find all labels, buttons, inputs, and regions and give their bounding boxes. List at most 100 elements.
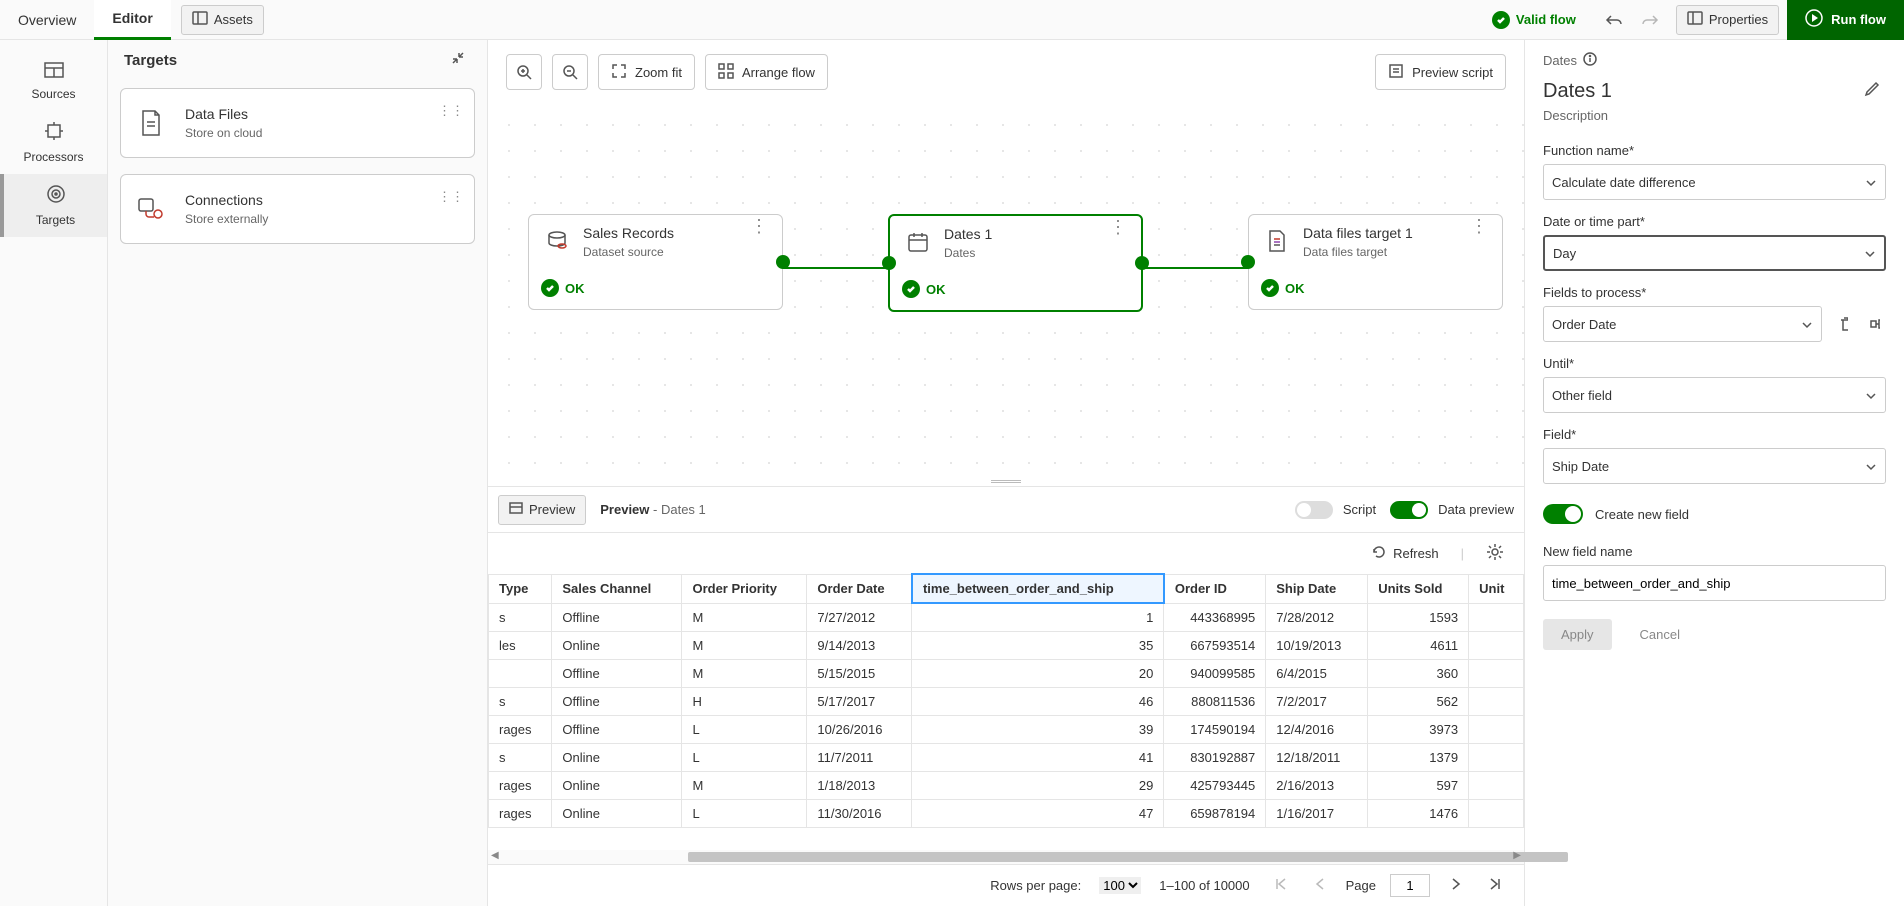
- until-select[interactable]: Other field: [1543, 377, 1886, 413]
- rows-per-page-select[interactable]: 100: [1099, 877, 1141, 894]
- table-cell: 35: [912, 632, 1164, 660]
- table-cell: 1/18/2013: [807, 772, 912, 800]
- flow-wire: [1143, 267, 1248, 269]
- table-header[interactable]: Units Sold: [1368, 574, 1469, 603]
- table-header[interactable]: Type: [489, 574, 552, 603]
- page-input[interactable]: [1390, 874, 1430, 897]
- table-cell: L: [682, 744, 807, 772]
- table-header[interactable]: Sales Channel: [552, 574, 682, 603]
- table-row[interactable]: sOfflineM7/27/201214433689957/28/2012159…: [489, 603, 1524, 632]
- data-preview-toggle[interactable]: [1390, 501, 1428, 519]
- table-header[interactable]: time_between_order_and_ship: [912, 574, 1164, 603]
- rail-sources[interactable]: Sources: [0, 52, 107, 111]
- fields-to-process-select[interactable]: Order Date: [1543, 306, 1822, 342]
- table-row[interactable]: sOfflineH5/17/2017468808115367/2/2017562: [489, 688, 1524, 716]
- script-toggle[interactable]: [1295, 501, 1333, 519]
- new-field-name-input[interactable]: [1543, 565, 1886, 601]
- redo-icon: [1641, 12, 1659, 28]
- table-cell: [489, 660, 552, 688]
- table-header[interactable]: Order Date: [807, 574, 912, 603]
- redo-button[interactable]: [1632, 2, 1668, 38]
- chip-icon: [44, 121, 64, 144]
- table-cell: 880811536: [1164, 688, 1266, 716]
- tab-editor[interactable]: Editor: [94, 0, 170, 40]
- table-header[interactable]: Ship Date: [1266, 574, 1368, 603]
- table-cell: [1469, 603, 1524, 632]
- table-cell: rages: [489, 800, 552, 828]
- delete-field-button[interactable]: [1832, 313, 1854, 335]
- first-page-button[interactable]: [1268, 876, 1294, 895]
- table-cell: 667593514: [1164, 632, 1266, 660]
- zoom-fit-button[interactable]: Zoom fit: [598, 54, 695, 90]
- preview-script-button[interactable]: Preview script: [1375, 54, 1506, 90]
- pager: Rows per page: 100 1–100 of 10000 Page: [488, 864, 1524, 906]
- node-menu-button[interactable]: ⋮: [1464, 223, 1494, 229]
- settings-button[interactable]: [1480, 542, 1510, 565]
- info-icon[interactable]: [1583, 52, 1597, 69]
- table-row[interactable]: ragesOfflineL10/26/20163917459019412/4/2…: [489, 716, 1524, 744]
- preview-table[interactable]: TypeSales ChannelOrder PriorityOrder Dat…: [488, 573, 1524, 850]
- zoom-in-button[interactable]: [506, 54, 542, 90]
- table-cell: 41: [912, 744, 1164, 772]
- table-cell: s: [489, 744, 552, 772]
- table-row[interactable]: sOnlineL11/7/20114183019288712/18/201113…: [489, 744, 1524, 772]
- table-cell: 11/7/2011: [807, 744, 912, 772]
- assets-button[interactable]: Assets: [181, 5, 264, 35]
- target-card-connections[interactable]: Connections Store externally ⋮⋮: [120, 174, 475, 244]
- table-cell: 20: [912, 660, 1164, 688]
- run-flow-button[interactable]: Run flow: [1787, 0, 1904, 40]
- map-field-button[interactable]: [1864, 313, 1886, 335]
- table-header[interactable]: Order Priority: [682, 574, 807, 603]
- rail-targets[interactable]: Targets: [0, 174, 107, 237]
- node-input-port[interactable]: [1241, 255, 1255, 269]
- apply-button[interactable]: Apply: [1543, 619, 1612, 650]
- drag-handle-icon[interactable]: ⋮⋮: [438, 189, 464, 205]
- chevron-right-icon: [1450, 877, 1462, 891]
- table-header[interactable]: Unit: [1469, 574, 1524, 603]
- function-name-select[interactable]: Calculate date difference: [1543, 164, 1886, 200]
- create-new-field-toggle[interactable]: [1543, 504, 1583, 524]
- table-cell: 562: [1368, 688, 1469, 716]
- drag-handle-icon[interactable]: ⋮⋮: [438, 103, 464, 119]
- table-row[interactable]: OfflineM5/15/2015209400995856/4/2015360: [489, 660, 1524, 688]
- zoom-out-button[interactable]: [552, 54, 588, 90]
- node-menu-button[interactable]: ⋮: [744, 223, 774, 229]
- targets-title: Targets: [124, 52, 177, 69]
- node-data-files-target[interactable]: Data files target 1 Data files target ⋮ …: [1248, 214, 1503, 310]
- undo-button[interactable]: [1596, 2, 1632, 38]
- arrange-flow-button[interactable]: Arrange flow: [705, 54, 828, 90]
- preview-toggle-button[interactable]: Preview: [498, 495, 586, 525]
- date-part-select[interactable]: Day: [1543, 235, 1886, 271]
- panel-splitter[interactable]: [488, 476, 1524, 486]
- table-cell: Offline: [552, 688, 682, 716]
- field-select[interactable]: Ship Date: [1543, 448, 1886, 484]
- flow-wire: [783, 267, 888, 269]
- top-bar: Overview Editor Assets Valid flow Proper…: [0, 0, 1904, 40]
- mapping-icon: [1870, 317, 1880, 331]
- cancel-button[interactable]: Cancel: [1632, 619, 1688, 650]
- preview-panel: Preview Preview - Dates 1 Script Data pr…: [488, 486, 1524, 906]
- properties-button[interactable]: Properties: [1676, 5, 1779, 35]
- collapse-panel-button[interactable]: [445, 50, 471, 70]
- node-sales-records[interactable]: Sales Records Dataset source ⋮ OK: [528, 214, 783, 310]
- rail-processors[interactable]: Processors: [0, 111, 107, 174]
- next-page-button[interactable]: [1444, 876, 1468, 895]
- edit-title-button[interactable]: [1858, 79, 1886, 104]
- node-dates-1[interactable]: Dates 1 Dates ⋮ OK: [888, 214, 1143, 312]
- prev-page-button[interactable]: [1308, 876, 1332, 895]
- chevron-down-icon: [1864, 246, 1876, 261]
- table-row[interactable]: ragesOnlineL11/30/2016476598781941/16/20…: [489, 800, 1524, 828]
- tab-overview[interactable]: Overview: [0, 0, 94, 40]
- flow-canvas[interactable]: Sales Records Dataset source ⋮ OK: [488, 104, 1524, 476]
- node-menu-button[interactable]: ⋮: [1103, 224, 1133, 230]
- refresh-button[interactable]: Refresh: [1365, 543, 1445, 564]
- last-page-button[interactable]: [1482, 876, 1508, 895]
- horizontal-scrollbar[interactable]: ◀ ▶: [488, 850, 1524, 864]
- table-row[interactable]: lesOnlineM9/14/20133566759351410/19/2013…: [489, 632, 1524, 660]
- target-card-data-files[interactable]: Data Files Store on cloud ⋮⋮: [120, 88, 475, 158]
- grid-icon: [718, 63, 734, 82]
- table-cell: rages: [489, 772, 552, 800]
- table-row[interactable]: ragesOnlineM1/18/2013294257934452/16/201…: [489, 772, 1524, 800]
- table-header[interactable]: Order ID: [1164, 574, 1266, 603]
- node-input-port[interactable]: [882, 256, 896, 270]
